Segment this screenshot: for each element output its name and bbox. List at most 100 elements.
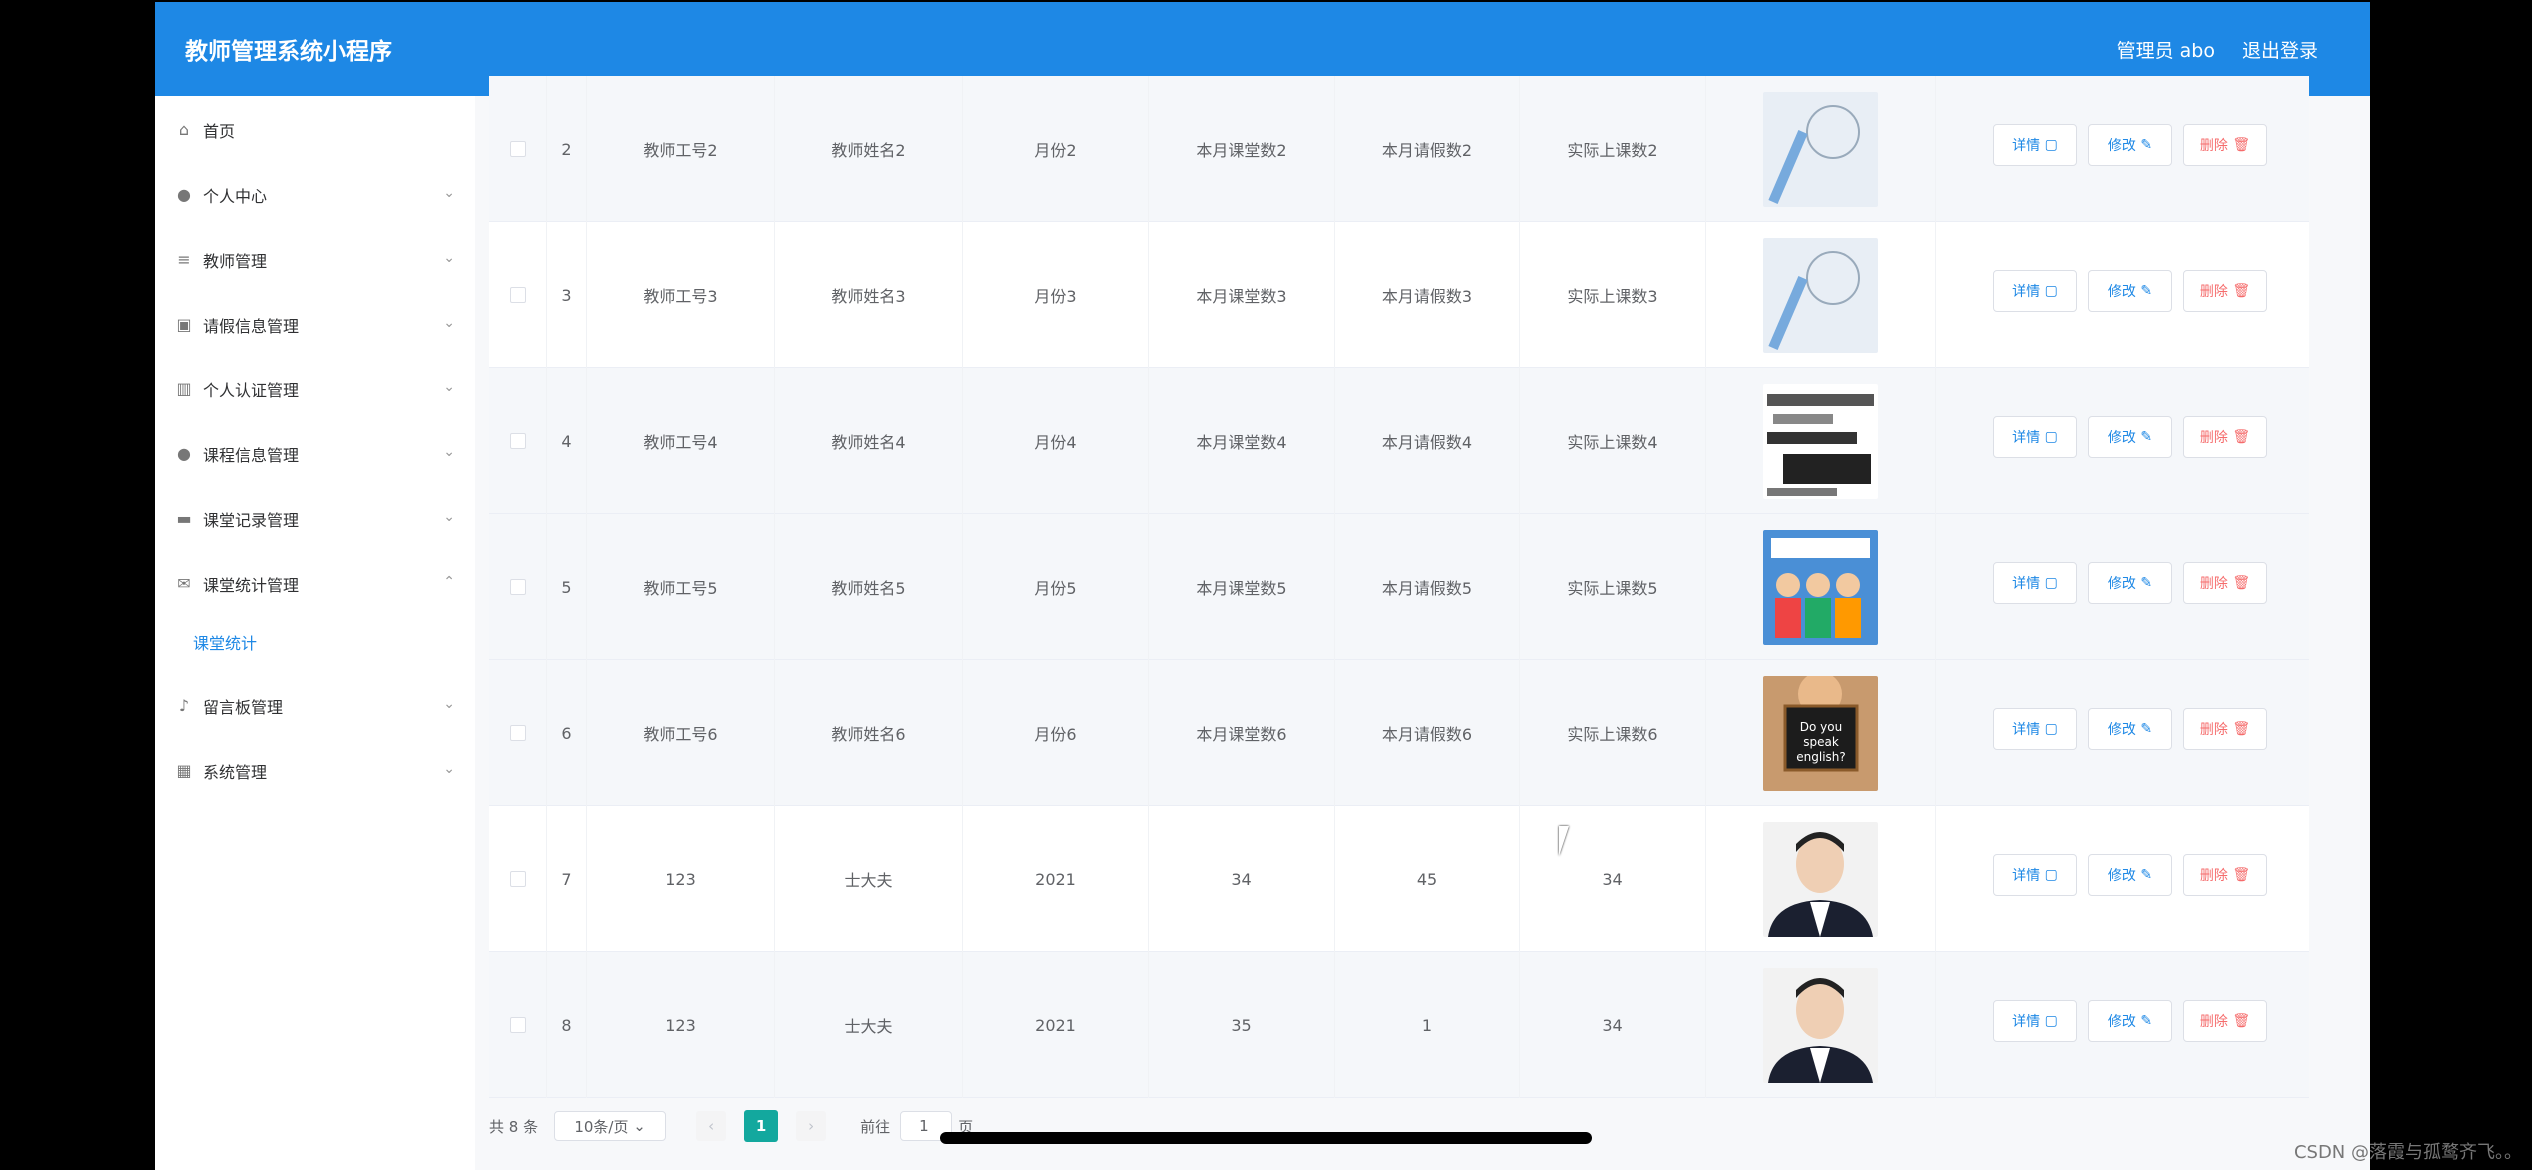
delete-button[interactable]: 删除 🗑 xyxy=(2183,1000,2267,1042)
logout-button[interactable]: 退出登录 xyxy=(2242,36,2318,63)
edit-button[interactable]: 修改 ✎ xyxy=(2088,1000,2172,1042)
detail-button[interactable]: 详情 ▢ xyxy=(1993,562,2077,604)
submenu-item-class-statistics[interactable]: 课堂统计 xyxy=(193,630,257,654)
sidebar-item-system[interactable]: ▦ 系统管理 ⌄ xyxy=(175,751,455,791)
table-row: 5 教师工号5 教师姓名5 月份5 本月课堂数5 本月请假数5 实际上课数5 详… xyxy=(489,514,2309,660)
detail-button[interactable]: 详情 ▢ xyxy=(1993,270,2077,312)
sidebar-item-records[interactable]: ▬ 课堂记录管理 ⌄ xyxy=(175,499,455,539)
detail-button[interactable]: 详情 ▢ xyxy=(1993,124,2077,166)
sidebar-item-leave[interactable]: ▣ 请假信息管理 ⌄ xyxy=(175,305,455,345)
row-checkbox-cell xyxy=(489,952,547,1098)
user-icon: ● xyxy=(177,185,191,204)
teacher-image xyxy=(1763,383,1878,499)
detail-button[interactable]: 详情 ▢ xyxy=(1993,708,2077,750)
monitor-icon: ▬ xyxy=(176,509,192,528)
user-name: 管理员 abo xyxy=(2116,40,2215,62)
edit-button[interactable]: 修改 ✎ xyxy=(2088,270,2172,312)
month-cell: 月份2 xyxy=(963,76,1149,222)
sidebar-item-statistics[interactable]: ✉ 课堂统计管理 ⌃ xyxy=(175,564,455,604)
chevron-down-icon: ⌄ xyxy=(443,696,455,712)
sidebar-item-label: 课堂统计管理 xyxy=(203,576,300,595)
month-cell: 月份5 xyxy=(963,514,1149,660)
edit-button[interactable]: 修改 ✎ xyxy=(2088,416,2172,458)
next-page-button[interactable]: › xyxy=(796,1111,827,1141)
row-checkbox[interactable] xyxy=(509,1017,526,1033)
row-checkbox-cell xyxy=(489,514,547,660)
chevron-down-icon: ⌄ xyxy=(443,509,455,525)
leave-count-cell: 本月请假数5 xyxy=(1335,514,1520,660)
teacher-id-cell: 教师工号6 xyxy=(587,660,775,806)
edit-button[interactable]: 修改 ✎ xyxy=(2088,708,2172,750)
chevron-down-icon: ⌄ xyxy=(443,379,455,395)
delete-button[interactable]: 删除 🗑 xyxy=(2183,854,2267,896)
actual-classes-cell: 实际上课数3 xyxy=(1520,222,1706,368)
sidebar-item-label: 个人中心 xyxy=(203,187,268,206)
sidebar-item-teachers[interactable]: ≡ 教师管理 ⌄ xyxy=(175,240,455,280)
sidebar-item-profile[interactable]: ● 个人中心 ⌄ xyxy=(175,175,455,215)
clipboard-icon: ▣ xyxy=(176,315,192,334)
detail-button[interactable]: 详情 ▢ xyxy=(1993,416,2077,458)
sidebar-item-label: 系统管理 xyxy=(203,763,268,782)
month-cell: 月份6 xyxy=(963,660,1149,806)
teacher-name-cell: 士大夫 xyxy=(775,806,963,952)
page-size-select[interactable]: 10条/页 ⌄ xyxy=(554,1111,667,1141)
index-cell: 4 xyxy=(547,368,587,514)
row-checkbox-cell xyxy=(489,222,547,368)
row-checkbox[interactable] xyxy=(509,287,526,303)
index-cell: 8 xyxy=(547,952,587,1098)
detail-button[interactable]: 详情 ▢ xyxy=(1993,854,2077,896)
month-cell: 2021 xyxy=(963,952,1149,1098)
image-cell xyxy=(1706,952,1936,1098)
row-checkbox[interactable] xyxy=(509,725,526,741)
sidebar-item-label: 课堂记录管理 xyxy=(203,511,300,530)
chevron-down-icon: ⌄ xyxy=(443,185,455,201)
table-row: 6 教师工号6 教师姓名6 月份6 本月课堂数6 本月请假数6 实际上课数6 D… xyxy=(489,660,2309,806)
bars-icon: ▥ xyxy=(176,379,192,398)
sidebar-item-home[interactable]: ⌂ 首页 xyxy=(175,110,455,150)
home-icon: ⌂ xyxy=(178,120,190,139)
delete-button[interactable]: 删除 🗑 xyxy=(2183,416,2267,458)
teacher-name-cell: 教师姓名2 xyxy=(775,76,963,222)
teacher-id-cell: 教师工号4 xyxy=(587,368,775,514)
delete-button[interactable]: 删除 🗑 xyxy=(2183,124,2267,166)
delete-button[interactable]: 删除 🗑 xyxy=(2183,562,2267,604)
actual-classes-cell: 34 xyxy=(1520,806,1706,952)
table-row: 7 123 士大夫 2021 34 45 34 详情 ▢ 修改 ✎ 删除 🗑 xyxy=(489,806,2309,952)
teacher-name-cell: 教师姓名3 xyxy=(775,222,963,368)
total-count: 共 8 条 xyxy=(489,1117,539,1136)
teacher-id-cell: 123 xyxy=(587,806,775,952)
prev-page-button[interactable]: ‹ xyxy=(696,1111,727,1141)
sidebar-item-certification[interactable]: ▥ 个人认证管理 ⌄ xyxy=(175,369,455,409)
planned-classes-cell: 本月课堂数3 xyxy=(1149,222,1335,368)
app-title: 教师管理系统小程序 xyxy=(185,39,392,65)
image-cell xyxy=(1706,368,1936,514)
image-cell xyxy=(1706,76,1936,222)
planned-classes-cell: 34 xyxy=(1149,806,1335,952)
leave-count-cell: 本月请假数6 xyxy=(1335,660,1520,806)
edit-button[interactable]: 修改 ✎ xyxy=(2088,124,2172,166)
detail-button[interactable]: 详情 ▢ xyxy=(1993,1000,2077,1042)
teacher-name-cell: 教师姓名6 xyxy=(775,660,963,806)
leave-count-cell: 45 xyxy=(1335,806,1520,952)
index-cell: 7 xyxy=(547,806,587,952)
sidebar-item-messages[interactable]: ♪ 留言板管理 ⌄ xyxy=(175,686,455,726)
edit-button[interactable]: 修改 ✎ xyxy=(2088,854,2172,896)
row-checkbox[interactable] xyxy=(509,141,526,157)
sidebar-item-label: 教师管理 xyxy=(203,252,268,271)
index-cell: 5 xyxy=(547,514,587,660)
row-checkbox[interactable] xyxy=(509,433,526,449)
sidebar-item-courses[interactable]: ● 课程信息管理 ⌄ xyxy=(175,434,455,474)
sidebar: ⌂ 首页 ● 个人中心 ⌄ ≡ 教师管理 ⌄ ▣ 请假信息管理 ⌄ ▥ 个人认证… xyxy=(155,96,475,1170)
leave-count-cell: 本月请假数3 xyxy=(1335,222,1520,368)
teacher-image: Do you speak english? xyxy=(1763,675,1878,791)
delete-button[interactable]: 删除 🗑 xyxy=(2183,270,2267,312)
delete-button[interactable]: 删除 🗑 xyxy=(2183,708,2267,750)
edit-button[interactable]: 修改 ✎ xyxy=(2088,562,2172,604)
planned-classes-cell: 35 xyxy=(1149,952,1335,1098)
row-checkbox[interactable] xyxy=(509,579,526,595)
planned-classes-cell: 本月课堂数6 xyxy=(1149,660,1335,806)
teacher-name-cell: 士大夫 xyxy=(775,952,963,1098)
current-page[interactable]: 1 xyxy=(744,1110,779,1142)
svg-text:english?: english? xyxy=(1796,750,1846,764)
row-checkbox[interactable] xyxy=(509,871,526,887)
